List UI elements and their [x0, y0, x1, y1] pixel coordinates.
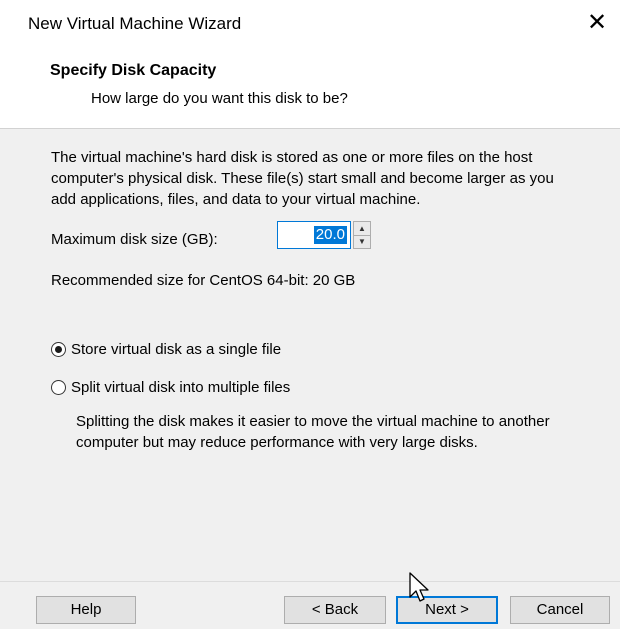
- disk-size-spinner[interactable]: 20.0 ▲ ▼: [277, 221, 371, 249]
- arrow-down-icon: ▼: [358, 237, 366, 246]
- split-note-line: computer but may reduce performance with…: [76, 434, 478, 451]
- button-bar: Help < Back Next > Cancel: [0, 581, 620, 629]
- description-line: The virtual machine's hard disk is store…: [51, 149, 533, 166]
- window-title: New Virtual Machine Wizard: [28, 14, 242, 33]
- wizard-content: The virtual machine's hard disk is store…: [0, 129, 620, 581]
- page-title: Specify Disk Capacity: [50, 62, 217, 79]
- spinner-down-button[interactable]: ▼: [354, 235, 370, 248]
- next-button[interactable]: Next >: [396, 596, 498, 624]
- radio-split-files-label: Split virtual disk into multiple files: [71, 379, 291, 396]
- radio-single-file-label: Store virtual disk as a single file: [71, 341, 282, 358]
- cancel-button[interactable]: Cancel: [510, 596, 610, 624]
- page-subtitle: How large do you want this disk to be?: [91, 90, 348, 107]
- arrow-up-icon: ▲: [358, 224, 366, 233]
- disk-size-input[interactable]: 20.0: [277, 221, 351, 249]
- radio-dot: [55, 346, 62, 353]
- wizard-header: Specify Disk Capacity How large do you w…: [0, 50, 620, 128]
- close-button[interactable]: ✕: [580, 6, 614, 40]
- close-icon: ✕: [586, 9, 608, 36]
- back-button[interactable]: < Back: [284, 596, 386, 624]
- description-line: computer's physical disk. These file(s) …: [51, 170, 554, 187]
- disk-description: The virtual machine's hard disk is store…: [51, 147, 591, 210]
- title-bar: New Virtual Machine Wizard ✕: [0, 0, 620, 50]
- recommended-size: Recommended size for CentOS 64-bit: 20 G…: [51, 272, 356, 289]
- description-line: add applications, files, and data to you…: [51, 191, 421, 208]
- radio-button-checked[interactable]: [51, 342, 66, 357]
- radio-button-unchecked[interactable]: [51, 380, 66, 395]
- spinner-buttons: ▲ ▼: [353, 221, 371, 249]
- disk-size-label: Maximum disk size (GB):: [51, 231, 218, 248]
- split-note: Splitting the disk makes it easier to mo…: [76, 411, 596, 453]
- help-button[interactable]: Help: [36, 596, 136, 624]
- spinner-up-button[interactable]: ▲: [354, 222, 370, 236]
- disk-size-value: 20.0: [313, 226, 347, 244]
- split-note-line: Splitting the disk makes it easier to mo…: [76, 413, 550, 430]
